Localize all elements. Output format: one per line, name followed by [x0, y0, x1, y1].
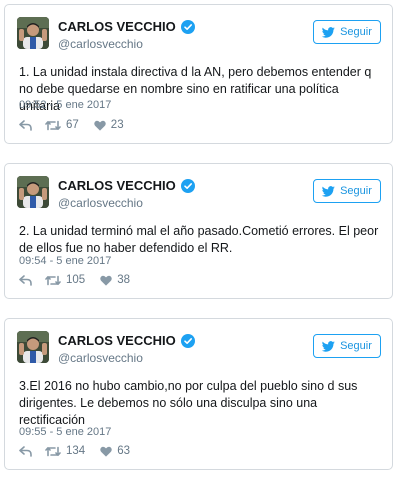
- author-name-text[interactable]: CARLOS VECCHIO: [58, 333, 176, 348]
- reply-arrow-icon: [19, 119, 32, 131]
- like-count: 63: [117, 445, 130, 457]
- verified-badge-icon: [180, 333, 195, 348]
- follow-button-label: Seguir: [340, 26, 372, 38]
- tweet-timestamp[interactable]: 09:54 - 5 ene 2017: [19, 255, 111, 267]
- author-handle[interactable]: @carlosvecchio: [58, 351, 143, 365]
- tweet-text: 3.El 2016 no hubo cambio,no por culpa de…: [19, 379, 358, 427]
- retweet-count: 134: [66, 445, 86, 457]
- twitter-bird-icon: [322, 26, 335, 38]
- retweet-icon: [45, 275, 61, 285]
- retweet-count: 105: [66, 274, 86, 286]
- avatar[interactable]: [17, 176, 49, 208]
- like-action[interactable]: 63: [100, 445, 130, 457]
- like-action[interactable]: 23: [94, 119, 124, 131]
- author-name[interactable]: CARLOS VECCHIO: [58, 333, 195, 348]
- heart-icon: [94, 120, 106, 131]
- avatar[interactable]: [17, 331, 49, 363]
- author-name[interactable]: CARLOS VECCHIO: [58, 178, 195, 193]
- author-handle[interactable]: @carlosvecchio: [58, 196, 143, 210]
- retweet-icon: [45, 120, 61, 130]
- retweet-icon: [45, 446, 61, 456]
- retweet-action[interactable]: 105: [45, 274, 85, 286]
- follow-button[interactable]: Seguir: [313, 179, 381, 203]
- retweet-count: 67: [66, 119, 79, 131]
- follow-button-label: Seguir: [340, 185, 372, 197]
- like-count: 23: [110, 119, 124, 131]
- reply-action[interactable]: [19, 445, 32, 457]
- author-name[interactable]: CARLOS VECCHIO: [58, 19, 195, 34]
- tweet-actions: 105 38: [19, 274, 130, 286]
- reply-arrow-icon: [19, 445, 32, 457]
- retweet-action[interactable]: 134: [45, 445, 85, 457]
- avatar[interactable]: [17, 17, 49, 49]
- tweet-card: CARLOS VECCHIO @carlosvecchio Seguir 2. …: [4, 163, 393, 299]
- author-name-text[interactable]: CARLOS VECCHIO: [58, 19, 176, 34]
- tweet-actions: 67 23: [19, 119, 124, 131]
- like-count: 38: [117, 274, 130, 286]
- author-handle[interactable]: @carlosvecchio: [58, 37, 143, 51]
- twitter-bird-icon: [322, 185, 335, 197]
- follow-button-label: Seguir: [340, 340, 372, 352]
- tweet-timestamp[interactable]: 09:52 - 5 ene 2017: [19, 99, 111, 111]
- reply-action[interactable]: [19, 119, 32, 131]
- verified-badge-icon: [180, 178, 195, 193]
- tweet-actions: 134 63: [19, 445, 130, 457]
- follow-button[interactable]: Seguir: [313, 334, 381, 358]
- verified-badge-icon: [180, 19, 195, 34]
- reply-arrow-icon: [19, 274, 32, 286]
- retweet-action[interactable]: 67: [45, 119, 79, 131]
- tweet-text: 2. La unidad terminó mal el año pasado.C…: [19, 224, 379, 255]
- reply-action[interactable]: [19, 274, 32, 286]
- author-name-text[interactable]: CARLOS VECCHIO: [58, 178, 176, 193]
- heart-icon: [100, 275, 112, 286]
- heart-icon: [100, 446, 112, 457]
- tweet-card: CARLOS VECCHIO @carlosvecchio Seguir 1. …: [4, 4, 393, 144]
- tweet-timestamp[interactable]: 09:55 - 5 ene 2017: [19, 426, 111, 438]
- tweet-card: CARLOS VECCHIO @carlosvecchio Seguir 3.E…: [4, 318, 393, 470]
- follow-button[interactable]: Seguir: [313, 20, 381, 44]
- twitter-bird-icon: [322, 340, 335, 352]
- like-action[interactable]: 38: [100, 274, 130, 286]
